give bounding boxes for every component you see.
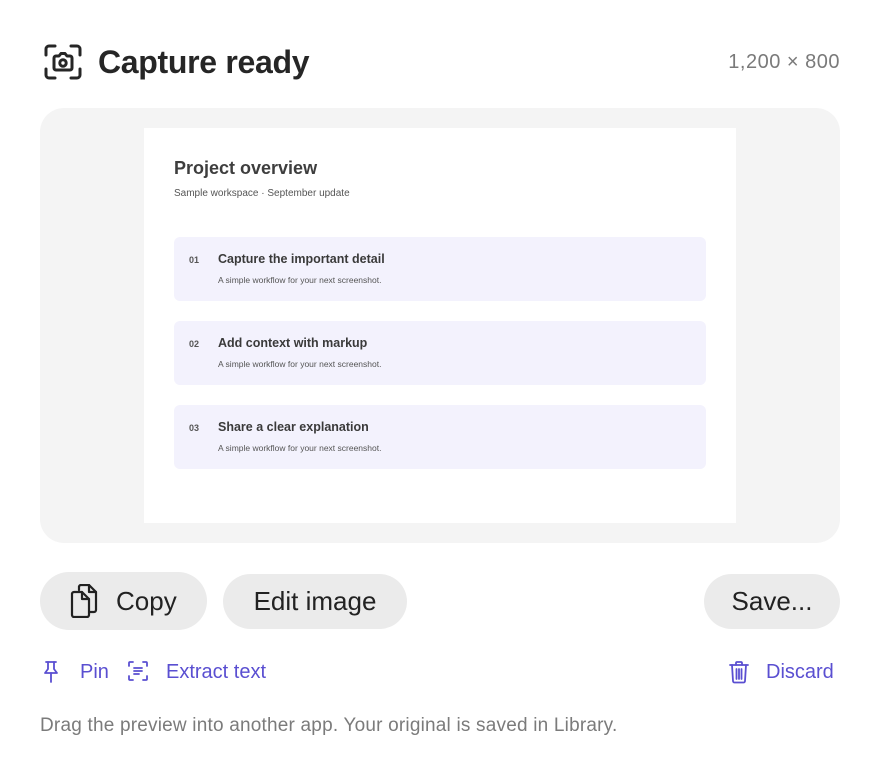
edit-image-button[interactable]: Edit image bbox=[223, 574, 407, 629]
step-number: 03 bbox=[189, 423, 200, 433]
preview-step: 03 Share a clear explanation A simple wo… bbox=[174, 405, 706, 469]
extract-text-label: Extract text bbox=[166, 660, 267, 683]
step-number: 01 bbox=[189, 255, 200, 265]
save-button-label: Save... bbox=[731, 586, 813, 616]
trash-icon bbox=[728, 660, 750, 684]
preview-doc-subtitle: Sample workspace · September update bbox=[174, 188, 350, 199]
step-description: A simple workflow for your next screensh… bbox=[218, 275, 382, 285]
copy-button-label: Copy bbox=[116, 585, 177, 616]
discard-label: Discard bbox=[766, 660, 834, 683]
extract-text-link[interactable]: Extract text bbox=[127, 658, 266, 686]
image-dimensions: 1,200 × 800 bbox=[728, 50, 840, 73]
step-title: Capture the important detail bbox=[218, 252, 385, 266]
preview-step: 01 Capture the important detail A simple… bbox=[174, 237, 706, 301]
step-number: 02 bbox=[189, 339, 200, 349]
edit-image-button-label: Edit image bbox=[253, 586, 377, 616]
extract-text-icon bbox=[127, 660, 149, 684]
step-title: Share a clear explanation bbox=[218, 420, 369, 434]
capture-preview[interactable]: Project overview Sample workspace · Sept… bbox=[40, 108, 840, 543]
preview-doc-title: Project overview bbox=[174, 158, 318, 178]
header: Capture ready 1,200 × 800 bbox=[40, 40, 840, 84]
preview-step: 02 Add context with markup A simple work… bbox=[174, 321, 706, 385]
step-title: Add context with markup bbox=[218, 336, 368, 350]
footer-hint: Drag the preview into another app. Your … bbox=[40, 715, 618, 736]
step-description: A simple workflow for your next screensh… bbox=[218, 443, 382, 453]
discard-link[interactable]: Discard bbox=[728, 658, 834, 686]
copy-icon bbox=[70, 583, 98, 619]
pin-label: Pin bbox=[80, 660, 109, 683]
copy-button[interactable]: Copy bbox=[40, 572, 207, 630]
step-description: A simple workflow for your next screensh… bbox=[218, 359, 382, 369]
save-button[interactable]: Save... bbox=[704, 574, 840, 629]
preview-document: Project overview Sample workspace · Sept… bbox=[144, 128, 736, 523]
camera-icon bbox=[42, 41, 84, 83]
pin-icon bbox=[40, 660, 62, 684]
page-title: Capture ready bbox=[98, 43, 310, 80]
pin-link[interactable]: Pin bbox=[40, 658, 109, 686]
